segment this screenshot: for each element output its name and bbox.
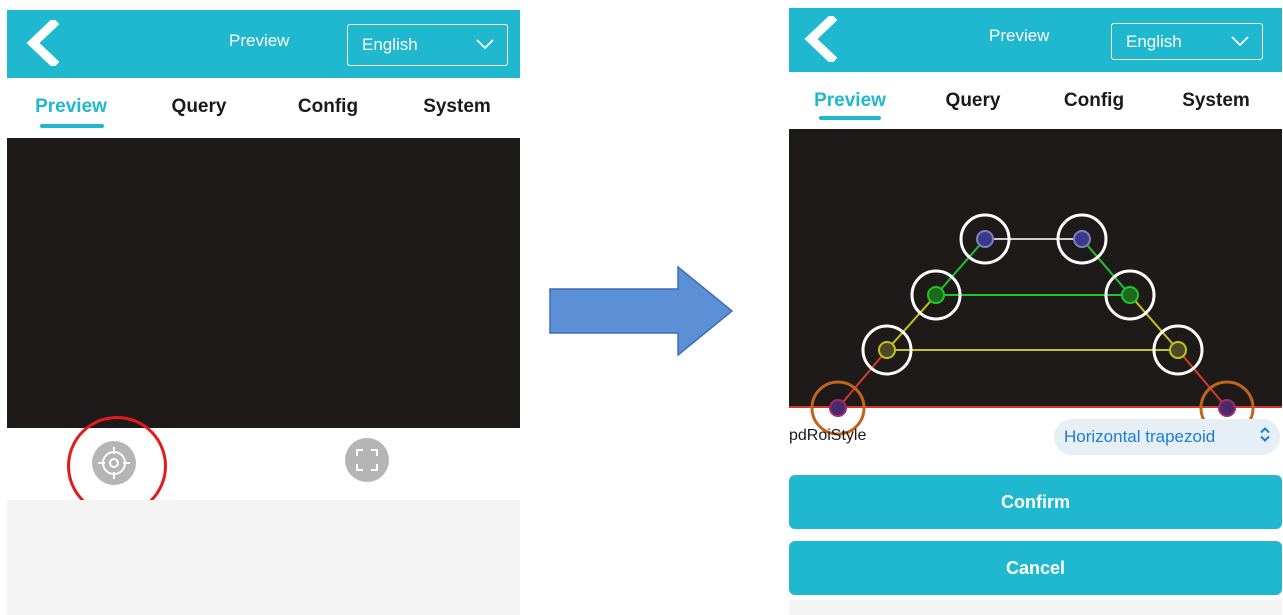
roi-trapezoid-overlay [810, 213, 1255, 436]
roi-style-label: pdRoiStyle [789, 427, 867, 444]
tab-bar: Preview Query Config System [7, 78, 520, 138]
roi-point[interactable] [829, 399, 847, 417]
app-header: Preview English [7, 10, 520, 78]
roi-point[interactable] [1218, 399, 1236, 417]
roi-style-value: Horizontal trapezoid [1064, 427, 1216, 446]
roi-style-select[interactable]: Horizontal trapezoid [1054, 419, 1280, 455]
fullscreen-icon [356, 449, 378, 471]
bottom-panel [789, 600, 1282, 615]
preview-screen-before: Preview English Preview Query Config Sys… [7, 10, 520, 615]
language-select[interactable]: English [347, 24, 508, 66]
cancel-button[interactable]: Cancel [789, 541, 1282, 595]
back-arrow-icon[interactable] [25, 17, 60, 71]
header-title: Preview [229, 31, 290, 50]
preview-screen-after: Preview English Preview Query Config Sys… [789, 8, 1282, 615]
empty-panel [7, 500, 520, 615]
fullscreen-button[interactable] [345, 438, 389, 482]
roi-point[interactable] [976, 230, 994, 248]
roi-point[interactable] [1169, 341, 1187, 359]
tab-query[interactable]: Query [172, 96, 227, 118]
language-value: English [362, 35, 418, 54]
roi-edge-left-2 [886, 294, 937, 351]
confirm-button[interactable]: Confirm [789, 475, 1282, 529]
transition-arrow-icon [549, 265, 734, 357]
updown-chevron-icon [1258, 426, 1272, 449]
active-tab-indicator [40, 124, 104, 128]
tab-config[interactable]: Config [298, 96, 358, 118]
video-preview [7, 138, 520, 428]
roi-point[interactable] [878, 341, 896, 359]
roi-point[interactable] [1121, 286, 1139, 304]
roi-edge-left-1 [935, 238, 986, 296]
chevron-down-icon [475, 35, 495, 55]
roi-point[interactable] [1073, 230, 1091, 248]
roi-target-button[interactable] [92, 441, 136, 485]
tab-system[interactable]: System [423, 96, 491, 118]
tab-preview[interactable]: Preview [35, 96, 107, 118]
roi-point[interactable] [927, 286, 945, 304]
crosshair-icon [98, 447, 130, 479]
